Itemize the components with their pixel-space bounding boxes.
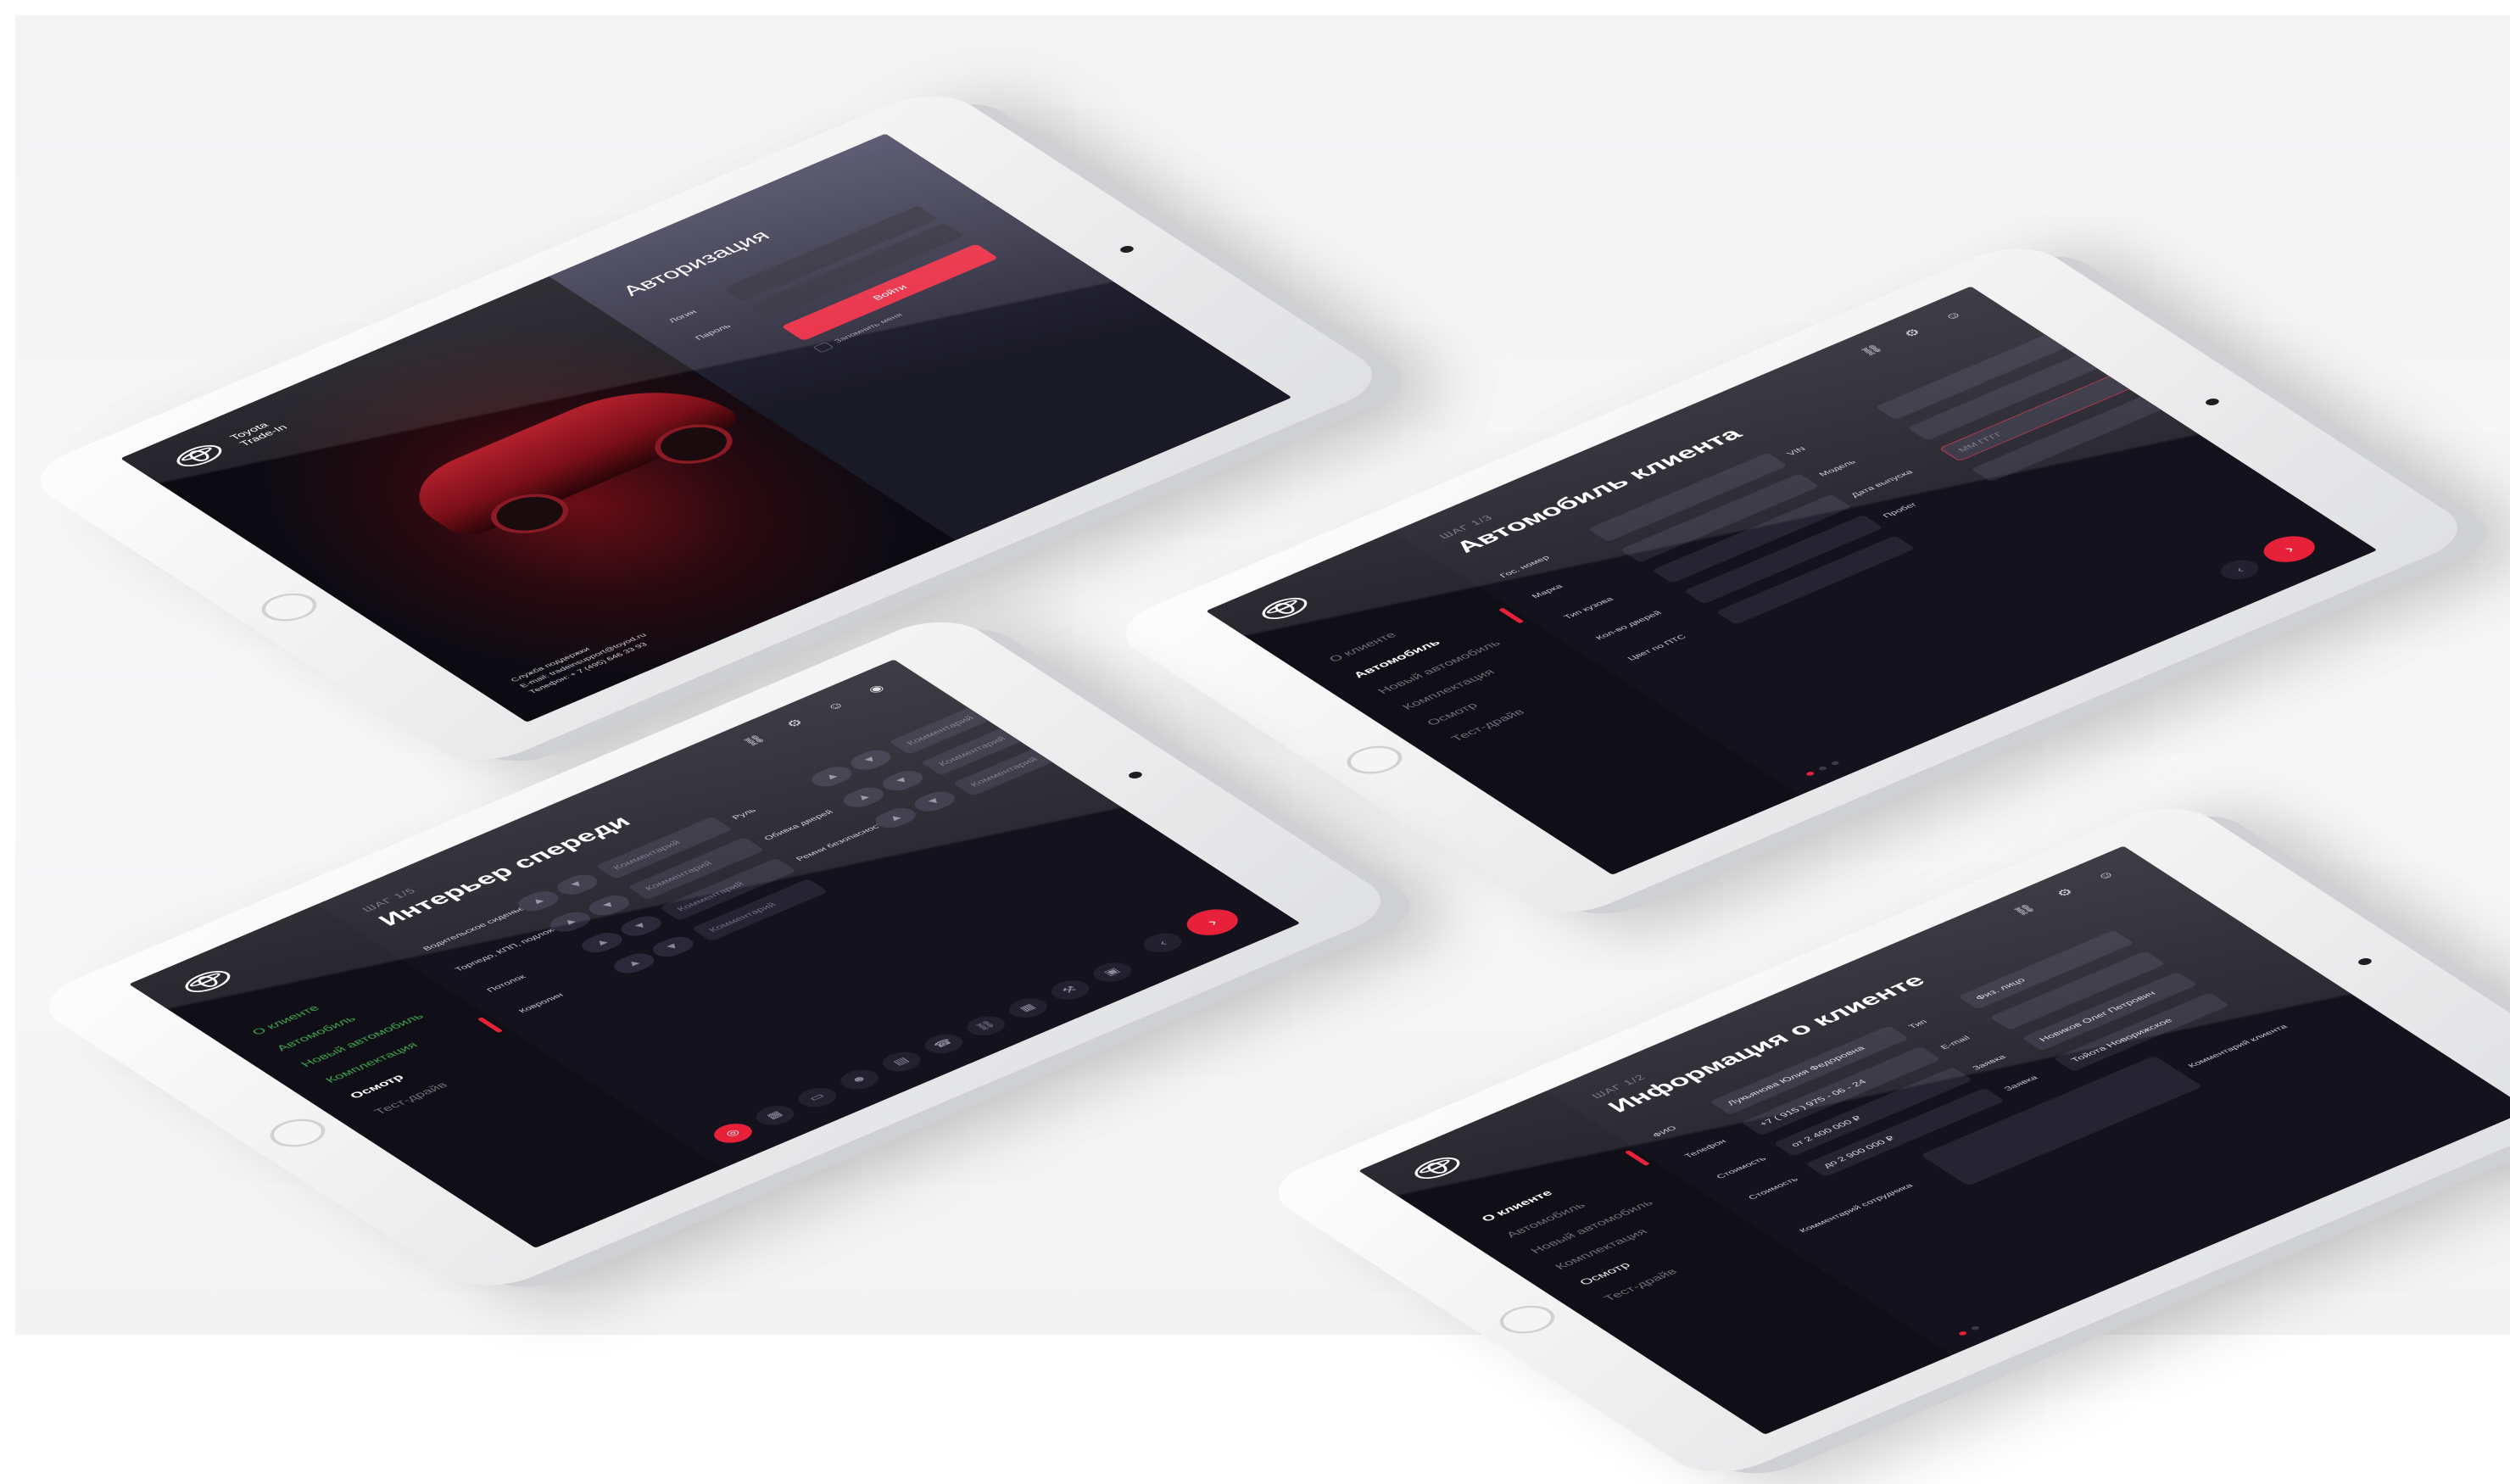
remember-checkbox[interactable] — [812, 342, 834, 354]
rating-row: Потолок ▲ ▼ Комментарий Ремни безопасност… — [478, 733, 1090, 998]
user-icon[interactable]: ☺ — [1935, 306, 1972, 324]
field-label: Комментарий сотрудника — [1797, 1181, 1916, 1235]
car-front-icon[interactable]: ⛓ — [959, 1012, 1012, 1040]
toyota-logo-icon — [169, 440, 230, 471]
gear-icon[interactable]: ⚙ — [2047, 884, 2083, 901]
field-label: E-mail — [1938, 1034, 1972, 1051]
camera-dot — [2356, 957, 2374, 967]
sidebar-menu: О клиенте Автомобиль Новый автомобиль Ко… — [1479, 1167, 1744, 1313]
field-label: Телефон — [1682, 1137, 1729, 1160]
field-label: Комментарий клиента — [2185, 1023, 2290, 1069]
toolbar: ⛓ ⚙ ☺ — [1854, 306, 1971, 359]
car-icon[interactable]: ⛓ — [2006, 901, 2043, 918]
active-indicator — [1498, 607, 1525, 624]
car-icon[interactable]: ⛓ — [1854, 341, 1890, 359]
user-icon[interactable]: ☺ — [817, 697, 854, 715]
active-indicator — [477, 1017, 504, 1034]
trunk-icon[interactable]: ▤ — [875, 1047, 929, 1075]
gear-icon[interactable]: ⚙ — [1894, 324, 1931, 342]
thumb-up-icon[interactable]: ▲ — [607, 950, 661, 977]
person-icon[interactable]: ☻ — [833, 1066, 886, 1094]
form-row: Гос. номер VIN — [1492, 330, 2075, 583]
thumb-up-icon[interactable]: ▲ — [806, 763, 858, 790]
field-label: Заявка — [1970, 1053, 2008, 1072]
sidebar-menu: О клиенте Автомобиль Новый автомобиль Ко… — [249, 980, 515, 1126]
thumb-down-icon[interactable]: ▼ — [615, 912, 668, 940]
thumb-down-icon[interactable]: ▼ — [583, 892, 636, 919]
sidebar-item-test-drive[interactable]: Тест-драйв — [1448, 686, 1577, 743]
thumb-up-icon[interactable]: ▲ — [576, 929, 628, 957]
field-label: Тип — [1905, 1018, 1930, 1030]
rating-row: Торпедо, КПП, подлокотники ▲ ▼ Комментари… — [446, 712, 1058, 977]
field-label: ФИО — [1650, 1124, 1679, 1139]
door-icon[interactable]: ▭ — [790, 1084, 844, 1112]
camera-dot — [2203, 397, 2222, 407]
field-label: Стоимость — [1745, 1175, 1801, 1201]
home-button — [1489, 1299, 1565, 1340]
gear-icon[interactable]: ⚙ — [777, 714, 813, 732]
active-indicator — [1624, 1150, 1651, 1166]
ipad-interior: О клиенте Автомобиль Новый автомобиль Ко… — [25, 609, 1404, 1298]
toyota-logo-icon — [1254, 593, 1315, 623]
camera-dot — [1126, 770, 1145, 780]
mockup-scene: Toyota Trade-In Служба поддержки E-mail:… — [0, 0, 2510, 1484]
section-icons: ◎ ▩ ▭ ☻ ▤ ☎ ⛓ ▦ ⚒ ▣ — [706, 958, 1139, 1147]
brand-name: Toyota Trade-In — [227, 421, 291, 449]
toyota-logo-icon — [1407, 1152, 1468, 1183]
thumb-down-icon[interactable]: ▼ — [845, 746, 897, 773]
camera-icon[interactable]: ◉ — [858, 679, 895, 697]
toolbar: ⛓ ⚙ ☺ — [2006, 866, 2123, 918]
interior-screen: О клиенте Автомобиль Новый автомобиль Ко… — [129, 659, 1301, 1248]
wrench-icon[interactable]: ⚒ — [1044, 976, 1097, 1004]
ipad-client-info: О клиенте Автомобиль Новый автомобиль Ко… — [1255, 795, 2510, 1484]
sidebar-menu: О клиенте Автомобиль Новый автомобиль Ко… — [1326, 607, 1592, 753]
home-button — [1336, 739, 1413, 780]
thumb-down-icon[interactable]: ▼ — [876, 767, 929, 795]
home-button — [251, 587, 327, 628]
car-client-screen: О клиенте Автомобиль Новый автомобиль Ко… — [1206, 286, 2378, 875]
thumb-down-icon[interactable]: ▼ — [550, 871, 604, 898]
form-row: Тип кузова Дата выпуска ММ ГГГГ — [1555, 371, 2139, 625]
steering-wheel-icon[interactable]: ◎ — [706, 1119, 760, 1147]
client-info-screen: О клиенте Автомобиль Новый автомобиль Ко… — [1358, 845, 2510, 1435]
phone-icon[interactable]: ☎ — [917, 1029, 970, 1057]
toolbar: ⛓ ⚙ ☺ ◉ — [736, 679, 894, 749]
toyota-logo-icon — [177, 966, 238, 996]
seat-icon[interactable]: ▩ — [749, 1102, 802, 1130]
user-icon[interactable]: ☺ — [2088, 866, 2124, 884]
form-row: Кол-во дверей Пробег — [1587, 393, 2171, 645]
thumb-down-icon[interactable]: ▼ — [908, 788, 962, 815]
camera-dot — [1118, 244, 1136, 254]
thumb-up-icon[interactable]: ▲ — [837, 784, 890, 811]
home-button — [259, 1113, 336, 1153]
box-icon[interactable]: ▣ — [1085, 958, 1139, 986]
field-label: Стоимость — [1714, 1155, 1769, 1180]
login-screen: Toyota Trade-In Служба поддержки E-mail:… — [120, 133, 1292, 722]
support-info: Служба поддержки E-mail: tradeinsupport@… — [508, 626, 659, 696]
sidebar-item-test-drive[interactable]: Тест-драйв — [1601, 1246, 1730, 1303]
support-email[interactable]: E-mail: tradeinsupport@toyod.ru — [517, 632, 650, 690]
car-icon[interactable]: ⛓ — [736, 731, 773, 749]
sidebar-item-test-drive[interactable]: Тест-драйв — [371, 1059, 500, 1116]
car-rear-icon[interactable]: ▦ — [1001, 994, 1055, 1022]
thumb-down-icon[interactable]: ▼ — [646, 933, 700, 960]
field-label: Заявка — [2001, 1074, 2040, 1092]
